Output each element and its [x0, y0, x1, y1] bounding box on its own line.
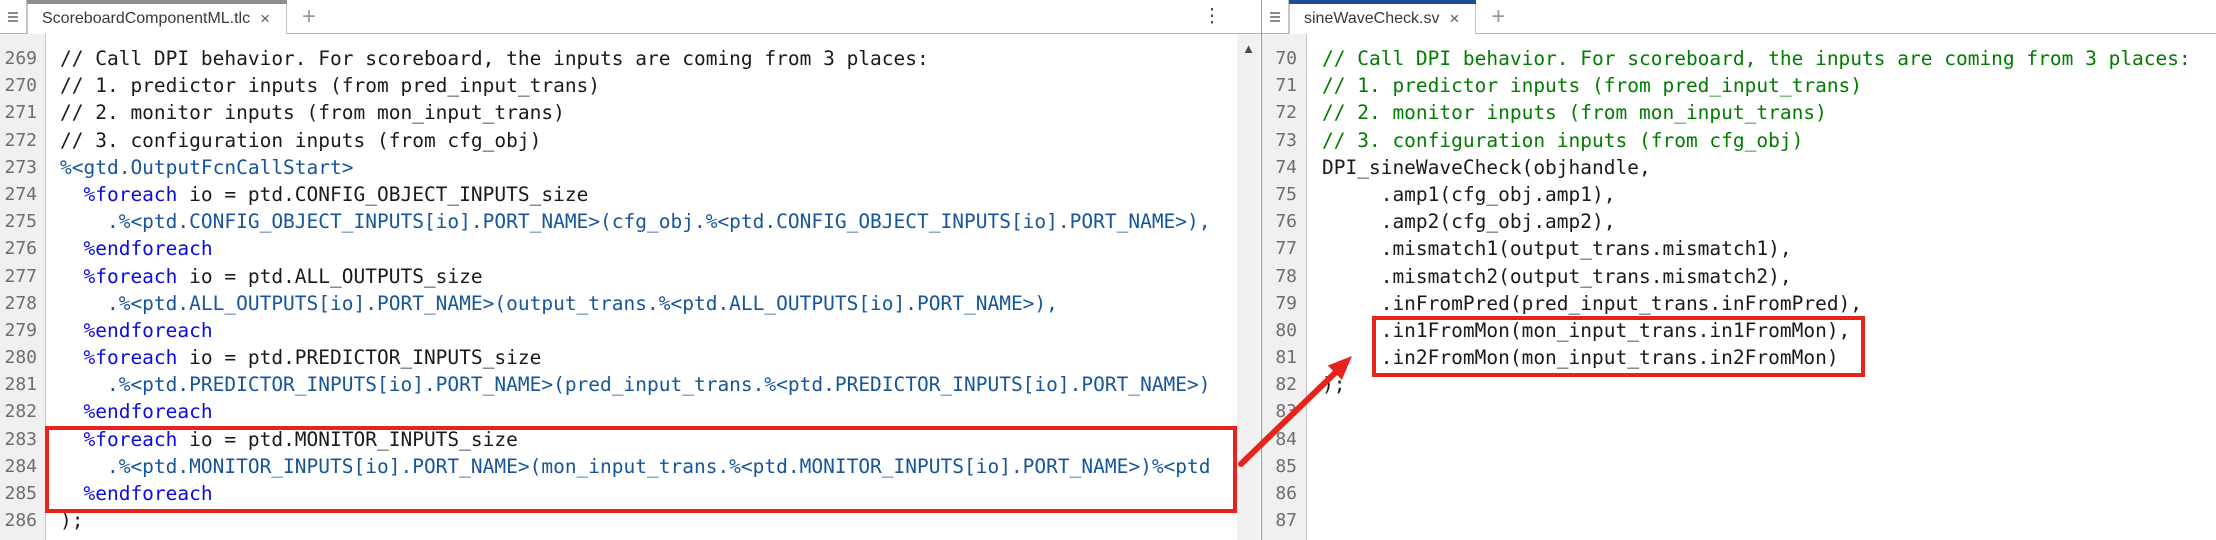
vertical-scrollbar[interactable]: ▲: [1237, 34, 1260, 540]
tab-bar: sineWaveCheck.sv × +: [1262, 0, 2216, 34]
line-number: 273: [4, 156, 37, 178]
line-number: 75: [1275, 183, 1297, 205]
new-tab-button[interactable]: +: [287, 0, 331, 33]
code-line[interactable]: // 2. monitor inputs (from mon_input_tra…: [60, 99, 1236, 126]
code-line[interactable]: [1322, 453, 2216, 480]
line-number: 70: [1275, 48, 1297, 69]
line-number: 71: [1275, 75, 1297, 97]
line-number-gutter: 269 270 271 272 273 274 275 276 277 278 279 280 281 2…: [0, 34, 46, 540]
code-line[interactable]: // 3. configuration inputs (from cfg_obj…: [1322, 127, 2216, 154]
code-line[interactable]: .mismatch2(output_trans.mismatch2),: [1322, 263, 2216, 290]
line-number: 284: [4, 455, 37, 477]
tab-scoreboardcomponentml-tlc[interactable]: ScoreboardComponentML.tlc ×: [27, 0, 288, 34]
code-line[interactable]: // 2. monitor inputs (from mon_input_tra…: [1322, 99, 2216, 126]
code-line[interactable]: .inFromPred(pred_input_trans.inFromPred)…: [1322, 290, 2216, 317]
line-number: 72: [1275, 102, 1297, 124]
line-number: 279: [4, 319, 37, 341]
code-line[interactable]: %foreach io = ptd.PREDICTOR_INPUTS_size: [60, 344, 1236, 371]
line-number: 82: [1275, 374, 1297, 396]
tab-title: sineWaveCheck.sv: [1304, 9, 1440, 27]
line-number: 79: [1275, 292, 1297, 314]
code-line[interactable]: DPI_sineWaveCheck(objhandle,: [1322, 154, 2216, 181]
line-number: 87: [1275, 510, 1297, 532]
code-line[interactable]: %endforeach: [60, 317, 1236, 344]
code-line[interactable]: // Call DPI behavior. For scoreboard, th…: [60, 45, 1236, 72]
line-number: 84: [1275, 428, 1297, 450]
line-number: 86: [1275, 483, 1297, 504]
code-line[interactable]: // 3. configuration inputs (from cfg_obj…: [60, 127, 1236, 154]
code-line[interactable]: .%<ptd.CONFIG_OBJECT_INPUTS[io].PORT_NAM…: [60, 208, 1236, 235]
active-tab-accent: [1289, 0, 1477, 4]
line-number: 277: [4, 265, 37, 287]
line-number-gutter: 70 71 72 73 74 75 76 77 78 79 80 81 82 83 84 85 86 87: [1262, 34, 1307, 540]
kebab-menu-icon[interactable]: ⋮: [1199, 0, 1225, 33]
line-number: 281: [4, 374, 37, 396]
code-line[interactable]: // 1. predictor inputs (from pred_input_…: [1322, 72, 2216, 99]
line-number: 269: [4, 48, 37, 69]
editor-split-view: ScoreboardComponentML.tlc × + ⋮ 269 270 27…: [0, 0, 2216, 540]
line-number: 272: [4, 129, 37, 151]
highlight-box-monitor-args: [1372, 316, 1865, 377]
code-line[interactable]: %foreach io = ptd.ALL_OUTPUTS_size: [60, 263, 1236, 290]
line-number: 275: [4, 211, 37, 233]
line-number: 270: [4, 75, 37, 97]
code-line[interactable]: // 1. predictor inputs (from pred_input_…: [60, 72, 1236, 99]
active-tab-accent: [27, 0, 288, 4]
file-list-handle[interactable]: [1262, 0, 1289, 33]
line-number: 283: [4, 428, 37, 450]
line-number: 77: [1275, 238, 1297, 260]
code-line[interactable]: .%<ptd.ALL_OUTPUTS[io].PORT_NAME>(output…: [60, 290, 1236, 317]
line-number: 85: [1275, 455, 1297, 477]
hamburger-icon: [1270, 11, 1280, 22]
line-number: 81: [1275, 347, 1297, 369]
line-number: 285: [4, 483, 37, 504]
line-number: 286: [4, 510, 37, 532]
line-number: 73: [1275, 129, 1297, 151]
code-line[interactable]: .mismatch1(output_trans.mismatch1),: [1322, 235, 2216, 262]
tab-title: ScoreboardComponentML.tlc: [42, 9, 251, 27]
line-number: 280: [4, 347, 37, 369]
line-number: 76: [1275, 211, 1297, 233]
tab-bar: ScoreboardComponentML.tlc × + ⋮: [0, 0, 1261, 34]
code-line[interactable]: [1322, 426, 2216, 453]
tab-sinewavecheck-sv[interactable]: sineWaveCheck.sv ×: [1289, 0, 1477, 34]
code-line[interactable]: %endforeach: [60, 398, 1236, 425]
code-line[interactable]: .amp2(cfg_obj.amp2),: [1322, 208, 2216, 235]
line-number: 83: [1275, 401, 1297, 423]
line-number: 278: [4, 292, 37, 314]
code-line[interactable]: [1322, 398, 2216, 425]
scroll-up-arrow-icon[interactable]: ▲: [1237, 42, 1260, 55]
line-number: 78: [1275, 265, 1297, 287]
close-icon[interactable]: ×: [260, 10, 270, 27]
highlight-box-monitor-foreach: [45, 426, 1237, 513]
code-line[interactable]: %foreach io = ptd.CONFIG_OBJECT_INPUTS_s…: [60, 181, 1236, 208]
new-tab-button[interactable]: +: [1476, 0, 1520, 33]
code-area[interactable]: // Call DPI behavior. For scoreboard, th…: [1322, 34, 2216, 540]
line-number: 282: [4, 401, 37, 423]
code-line[interactable]: %<gtd.OutputFcnCallStart>: [60, 154, 1236, 181]
line-number: 74: [1275, 156, 1297, 178]
code-line[interactable]: .amp1(cfg_obj.amp1),: [1322, 181, 2216, 208]
line-number: 276: [4, 238, 37, 260]
code-line[interactable]: .%<ptd.PREDICTOR_INPUTS[io].PORT_NAME>(p…: [60, 371, 1236, 398]
line-number: 271: [4, 102, 37, 124]
line-number: 274: [4, 183, 37, 205]
code-line[interactable]: %endforeach: [60, 235, 1236, 262]
code-line[interactable]: [1322, 507, 2216, 534]
hamburger-icon: [8, 11, 18, 22]
file-list-handle[interactable]: [0, 0, 27, 33]
code-line[interactable]: // Call DPI behavior. For scoreboard, th…: [1322, 45, 2216, 72]
line-number: 80: [1275, 319, 1297, 341]
code-line[interactable]: [1322, 480, 2216, 507]
editor-pane-sv: sineWaveCheck.sv × + 70 71 72 73 74 75 76 77 78 7…: [1262, 0, 2216, 540]
close-icon[interactable]: ×: [1449, 10, 1459, 27]
